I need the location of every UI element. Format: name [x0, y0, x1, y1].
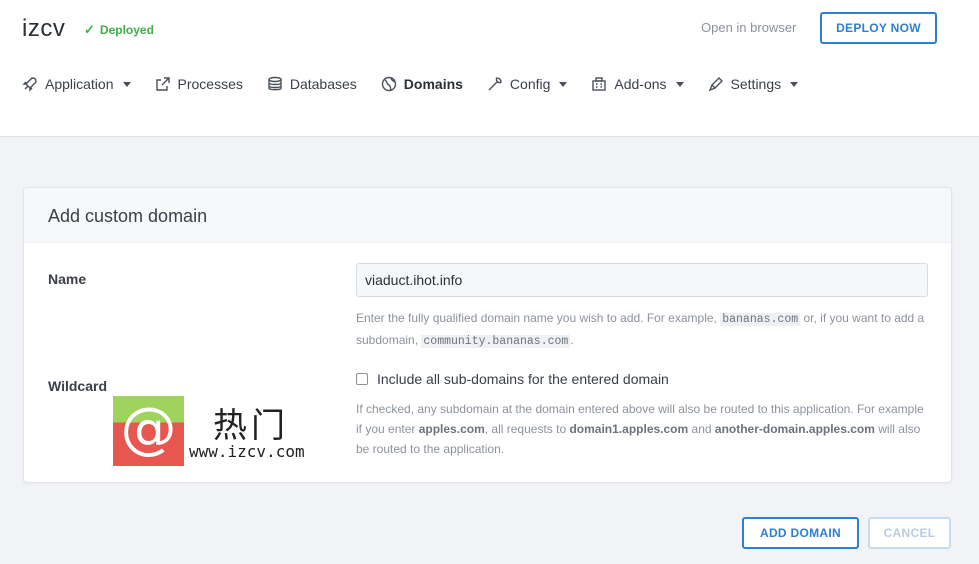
building-icon: [592, 77, 607, 91]
nav-item-databases[interactable]: Databases: [267, 76, 357, 92]
cancel-button[interactable]: CANCEL: [868, 517, 951, 549]
name-label: Name: [48, 271, 87, 287]
nav-item-domains[interactable]: Domains: [381, 76, 463, 92]
nav-item-config[interactable]: Config: [487, 76, 568, 92]
example-subdomain: community.bananas.com: [421, 335, 571, 348]
chevron-down-icon: [675, 81, 684, 87]
nav-label: Domains: [403, 76, 463, 92]
main-nav: Application Processes Databases Domains …: [22, 74, 822, 94]
nav-label: Databases: [289, 76, 357, 92]
name-help-text: Enter the fully qualified domain name yo…: [356, 311, 925, 348]
nav-item-addons[interactable]: Add-ons: [591, 76, 684, 92]
external-icon: [155, 77, 170, 91]
chevron-down-icon: [122, 81, 131, 87]
domain-name-input[interactable]: [356, 263, 928, 297]
chevron-down-icon: [559, 81, 568, 87]
globe-icon: [381, 76, 396, 92]
wrench-icon: [488, 77, 502, 91]
deploy-status-badge: ✓ Deployed: [84, 22, 154, 38]
chevron-down-icon: [790, 81, 799, 87]
watermark: @ 热门 www.izcv.com: [113, 396, 313, 466]
deploy-status-label: Deployed: [99, 23, 154, 37]
nav-item-processes[interactable]: Processes: [155, 76, 243, 92]
tag-icon: [708, 77, 723, 92]
add-domain-button[interactable]: ADD DOMAIN: [742, 517, 859, 549]
watermark-text: 热门: [213, 406, 289, 446]
watermark-url: www.izcv.com: [189, 442, 305, 461]
top-bar: izcv ✓ Deployed Open in browser DEPLOY N…: [0, 0, 979, 137]
deploy-now-button[interactable]: DEPLOY NOW: [820, 12, 937, 44]
open-in-browser-link[interactable]: Open in browser: [701, 20, 796, 35]
rocket-icon: [22, 77, 37, 92]
nav-label: Config: [509, 76, 551, 92]
check-icon: ✓: [84, 22, 95, 37]
nav-label: Processes: [177, 76, 243, 92]
wildcard-checkbox-label[interactable]: Include all sub-domains for the entered …: [377, 371, 669, 387]
nav-label: Application: [45, 76, 114, 92]
app-name[interactable]: izcv: [22, 15, 65, 43]
wildcard-checkbox[interactable]: [356, 373, 368, 385]
nav-label: Add-ons: [614, 76, 667, 92]
wildcard-label: Wildcard: [48, 378, 107, 394]
nav-item-application[interactable]: Application: [22, 76, 131, 92]
nav-item-settings[interactable]: Settings: [708, 76, 799, 92]
database-icon: [268, 76, 282, 91]
example-domain: bananas.com: [720, 313, 801, 326]
card-title: Add custom domain: [24, 188, 951, 243]
wildcard-help-text: If checked, any subdomain at the domain …: [356, 402, 924, 456]
watermark-logo: @: [113, 396, 184, 466]
wildcard-option[interactable]: Include all sub-domains for the entered …: [356, 371, 669, 387]
nav-label: Settings: [730, 76, 782, 92]
